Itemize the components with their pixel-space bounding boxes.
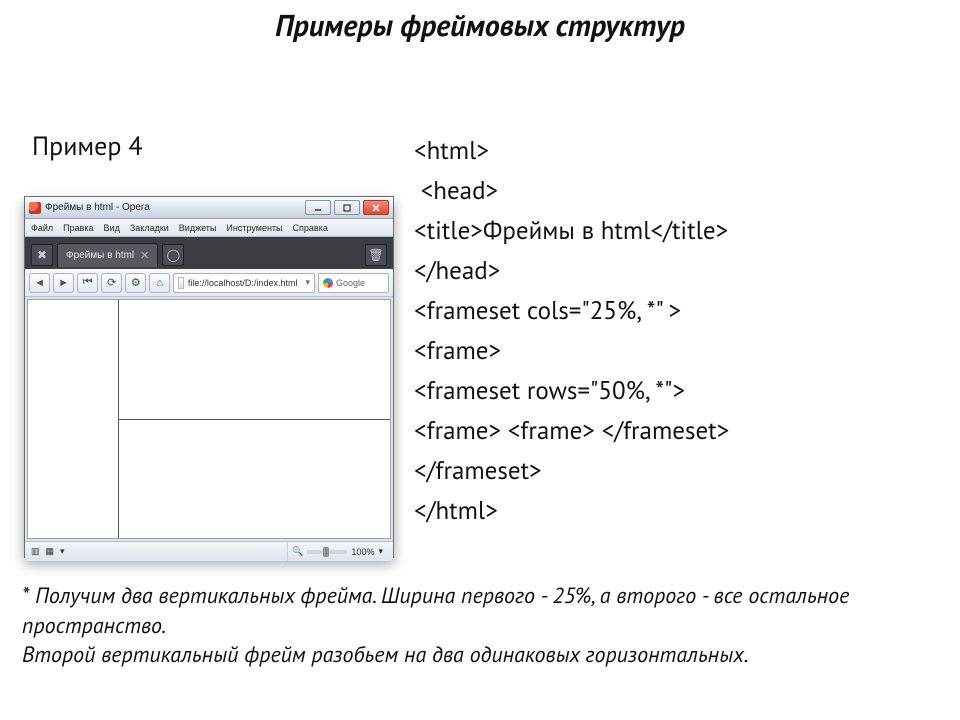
tab-close-icon[interactable]: ✕ (140, 249, 149, 262)
footnote-line: Второй вертикальный фрейм разобьем на дв… (22, 641, 922, 671)
menu-item-view[interactable]: Вид (104, 223, 120, 233)
code-line: </html> (414, 494, 498, 526)
code-line: </head> (414, 254, 500, 286)
code-line: <title>Фреймы в html</title> (414, 214, 728, 246)
zoom-dropdown-icon[interactable]: ▾ (378, 546, 383, 557)
menubar: Файл Правка Вид Закладки Виджеты Инструм… (25, 219, 393, 237)
frame-right-top (119, 300, 391, 420)
forward-button[interactable]: ► (53, 273, 74, 293)
menu-item-help[interactable]: Справка (293, 223, 328, 233)
page-icon (178, 277, 184, 289)
example-label: Пример 4 (32, 130, 143, 163)
reload-button[interactable]: ⟳ (101, 273, 122, 293)
trash-button[interactable]: 🗑 (365, 244, 387, 266)
menu-item-file[interactable]: Файл (31, 223, 53, 233)
menu-item-edit[interactable]: Правка (63, 223, 93, 233)
opera-favicon-icon (29, 202, 41, 214)
stop-button[interactable]: ⚙ (125, 273, 146, 293)
panel-toggle-button[interactable]: ✖ (31, 244, 53, 266)
zoom-icon: 🔍 (292, 546, 303, 557)
maximize-icon (342, 203, 352, 213)
zoom-control[interactable]: 🔍 100% ▾ (287, 542, 387, 561)
code-line: <frame> <frame> </frameset> (414, 414, 729, 446)
code-block: <html> <head> <title>Фреймы в html</titl… (414, 90, 934, 530)
address-bar[interactable]: file://localhost/D:/index.html ▾ (173, 273, 315, 293)
stop-icon: ⚙ (131, 276, 141, 289)
menu-item-bookmarks[interactable]: Закладки (130, 223, 169, 233)
close-button[interactable] (363, 200, 389, 215)
frame-left (28, 300, 119, 538)
new-tab-button[interactable]: ◯ (162, 244, 184, 266)
tabstrip: ✖ Фреймы в html ✕ ◯ 🗑 (25, 237, 393, 269)
code-line: <frameset rows="50%, *"> (414, 374, 685, 406)
view-mode-icon[interactable]: ▦ (46, 546, 55, 557)
rewind-icon: ⏮ (83, 276, 93, 289)
maximize-button[interactable] (334, 200, 360, 215)
footnote-line: * Получим два вертикальных фрейма. Ширин… (22, 582, 922, 641)
view-mode-dropdown-icon[interactable]: ▾ (60, 546, 65, 557)
reload-icon: ⟳ (107, 276, 116, 289)
minimize-button[interactable] (305, 200, 331, 215)
frame-right-bottom (119, 420, 391, 539)
address-dropdown-icon[interactable]: ▾ (305, 277, 310, 288)
home-icon: ⌂ (157, 277, 164, 289)
trash-icon: 🗑 (368, 248, 383, 262)
google-icon (323, 278, 333, 288)
new-tab-icon: ◯ (167, 248, 180, 262)
browser-window: Фреймы в html - Opera Файл Правка Вид За… (24, 196, 394, 558)
zoom-label: 100% (351, 547, 374, 557)
code-line: <frame> (414, 334, 501, 366)
code-line: <head> (414, 174, 498, 206)
close-icon (371, 203, 381, 213)
home-button[interactable]: ⌂ (149, 273, 170, 293)
back-icon: ◄ (34, 277, 45, 289)
navbar: ◄ ► ⏮ ⟳ ⚙ ⌂ file://localhost/D:/index.ht… (25, 269, 393, 297)
view-mode-icon[interactable]: ▥ (31, 546, 40, 557)
address-text: file://localhost/D:/index.html (188, 278, 298, 288)
search-box[interactable]: Google (318, 273, 389, 293)
titlebar: Фреймы в html - Opera (25, 197, 393, 219)
rewind-button[interactable]: ⏮ (77, 273, 98, 293)
frame-right (119, 300, 391, 538)
menu-item-widgets[interactable]: Виджеты (179, 223, 217, 233)
tab-active[interactable]: Фреймы в html ✕ (57, 243, 158, 267)
forward-icon: ► (58, 277, 69, 289)
window-title: Фреймы в html - Opera (45, 202, 301, 213)
slide-title: Примеры фреймовых структур (0, 6, 960, 45)
menu-item-tools[interactable]: Инструменты (226, 223, 282, 233)
statusbar: ▥ ▦ ▾ 🔍 100% ▾ (25, 541, 393, 561)
minimize-icon (313, 203, 323, 213)
search-placeholder: Google (336, 278, 365, 288)
code-line: <frameset cols="25%, *" > (414, 294, 681, 326)
code-line: </frameset> (414, 454, 542, 486)
panel-toggle-icon: ✖ (37, 248, 47, 262)
frame-viewport (27, 299, 391, 539)
tab-label: Фреймы в html (66, 250, 134, 261)
back-button[interactable]: ◄ (29, 273, 50, 293)
code-line: <html> (414, 134, 489, 166)
footnote: * Получим два вертикальных фрейма. Ширин… (22, 582, 922, 671)
zoom-slider[interactable] (307, 550, 347, 554)
